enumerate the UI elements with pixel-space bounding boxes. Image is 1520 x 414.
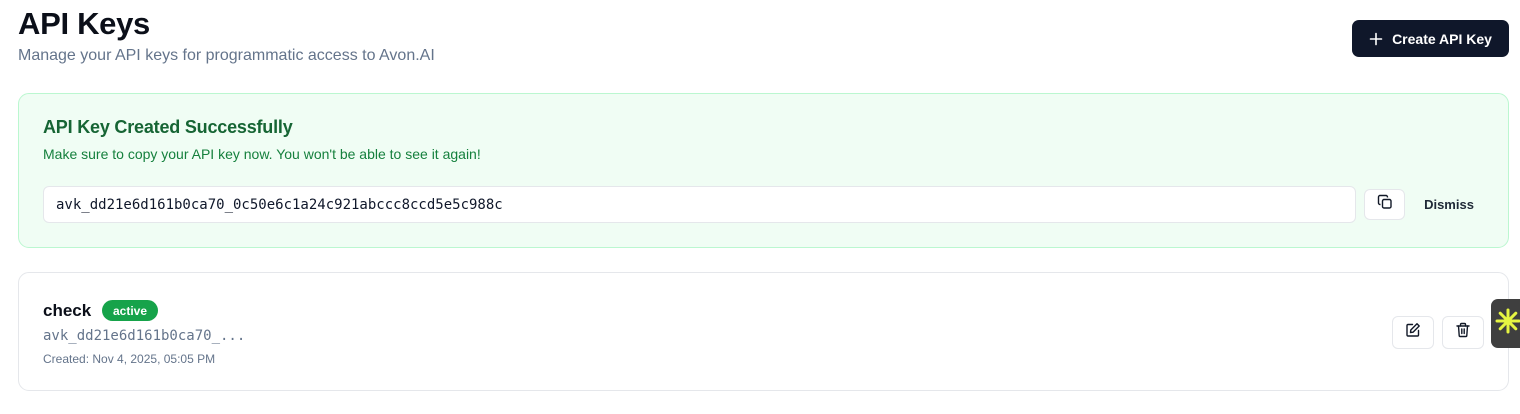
api-key-created-alert: API Key Created Successfully Make sure t… [18,93,1509,248]
api-key-card: check active avk_dd21e6d161b0ca70_... Cr… [18,272,1509,391]
page-title: API Keys [18,6,150,41]
edit-icon [1405,322,1421,343]
api-key-preview: avk_dd21e6d161b0ca70_... [43,328,246,344]
copy-icon [1377,194,1393,215]
page-subtitle: Manage your API keys for programmatic ac… [18,47,435,64]
new-api-key-value: avk_dd21e6d161b0ca70_0c50e6c1a24c921abcc… [56,196,503,213]
plus-icon [1369,32,1383,46]
status-badge: active [102,300,159,321]
assistant-widget-button[interactable] [1491,299,1520,348]
delete-api-key-button[interactable] [1442,316,1484,349]
trash-icon [1455,322,1471,343]
copy-api-key-button[interactable] [1364,189,1405,220]
api-key-created-date: Created: Nov 4, 2025, 05:05 PM [43,352,216,366]
api-keys-page: API Keys Manage your API keys for progra… [0,0,1520,414]
create-api-key-button[interactable]: Create API Key [1352,20,1509,57]
new-api-key-field[interactable]: avk_dd21e6d161b0ca70_0c50e6c1a24c921abcc… [43,186,1356,223]
dismiss-button[interactable]: Dismiss [1415,189,1483,220]
api-key-name: check [43,301,92,320]
create-api-key-label: Create API Key [1392,30,1492,47]
alert-title: API Key Created Successfully [43,117,293,137]
edit-api-key-button[interactable] [1392,316,1434,349]
alert-description: Make sure to copy your API key now. You … [43,146,481,162]
sparkle-icon [1495,308,1520,339]
